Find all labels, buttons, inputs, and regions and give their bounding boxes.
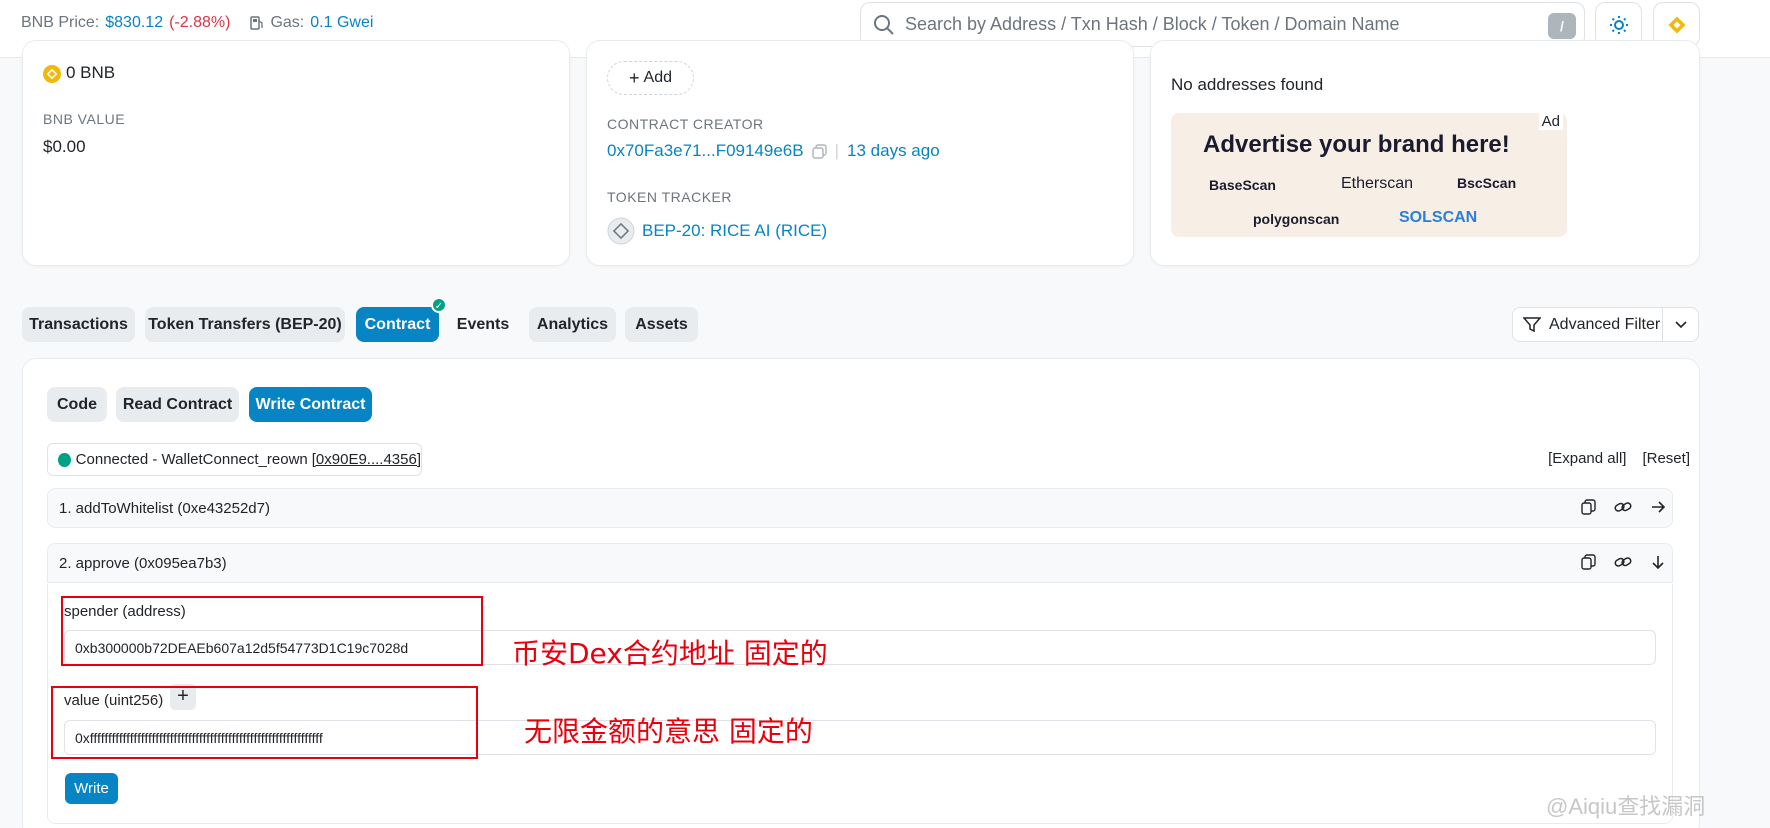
ad-brand-basescan: BaseScan	[1209, 177, 1276, 193]
more-info-card: + Add CONTRACT CREATOR 0x70Fa3e71...F091…	[586, 40, 1134, 266]
bnb-price-value[interactable]: $830.12	[105, 14, 163, 32]
token-tracker-link[interactable]: BEP-20: RICE AI (RICE)	[642, 221, 827, 241]
expand-reset-links: [Expand all] [Reset]	[1548, 450, 1690, 467]
gas-pump-icon	[250, 16, 264, 30]
function-row-add-to-whitelist[interactable]: 1. addToWhitelist (0xe43252d7)	[47, 488, 1673, 528]
bnb-logo-icon	[1668, 16, 1685, 33]
price-ticker: BNB Price: $830.12 (-2.88%) Gas: 0.1 Gwe…	[21, 14, 373, 32]
subtab-write-contract[interactable]: Write Contract	[249, 387, 372, 422]
tab-analytics[interactable]: Analytics	[529, 307, 616, 342]
token-logo-icon	[607, 217, 635, 245]
contract-creator-label: CONTRACT CREATOR	[607, 116, 764, 132]
ad-headline: Advertise your brand here!	[1203, 131, 1510, 158]
advanced-filter-label: Advanced Filter	[1549, 315, 1661, 333]
bnb-value: $0.00	[43, 137, 86, 156]
tab-transactions[interactable]: Transactions	[22, 307, 135, 342]
function-row-approve[interactable]: 2. approve (0x095ea7b3)	[47, 543, 1673, 583]
multichain-card: No addresses found Ad Advertise your bra…	[1150, 40, 1700, 266]
bnb-coin-icon	[43, 65, 61, 83]
creator-address-link[interactable]: 0x70Fa3e71...F09149e6B	[607, 141, 804, 161]
link-icon[interactable]	[1614, 554, 1632, 570]
no-addresses-text: No addresses found	[1171, 75, 1324, 94]
subtab-read-contract[interactable]: Read Contract	[116, 387, 239, 422]
subtab-code[interactable]: Code	[47, 387, 107, 422]
tab-contract[interactable]: Contract	[356, 307, 439, 342]
function-actions	[1580, 554, 1666, 570]
token-tracker-label: TOKEN TRACKER	[607, 189, 733, 205]
separator: |	[834, 141, 840, 160]
search-icon	[874, 14, 894, 35]
expand-all-link[interactable]: [Expand all]	[1548, 450, 1626, 467]
tab-assets[interactable]: Assets	[625, 307, 698, 342]
write-button[interactable]: Write	[65, 773, 118, 804]
ad-brand-bscscan: BscScan	[1457, 175, 1517, 191]
ad-brand-polygonscan: polygonscan	[1253, 211, 1340, 227]
search-shortcut-key: /	[1548, 13, 1576, 39]
arrow-right-icon[interactable]	[1650, 499, 1666, 515]
advanced-filter-dropdown[interactable]	[1663, 320, 1698, 329]
tab-token-transfers[interactable]: Token Transfers (BEP-20)	[145, 307, 345, 342]
function-actions	[1580, 499, 1666, 515]
copy-icon[interactable]	[811, 143, 827, 159]
plus-icon: +	[629, 67, 640, 88]
advanced-filter-main[interactable]: Advanced Filter	[1513, 308, 1664, 341]
bnb-value-label: BNB VALUE	[43, 111, 126, 127]
watermark: @Aiqiu查找漏洞	[1546, 794, 1706, 819]
add-name-tag-button[interactable]: + Add	[607, 61, 694, 95]
connected-status-icon	[58, 452, 71, 467]
bnb-price-label: BNB Price:	[21, 14, 100, 31]
reset-link[interactable]: [Reset]	[1642, 450, 1690, 467]
bnb-balance: 0 BNB	[66, 63, 116, 82]
search-placeholder: Search by Address / Txn Hash / Block / T…	[905, 14, 1400, 34]
chevron-down-icon	[1675, 320, 1687, 328]
spender-annotation: 币安Dex合约地址 固定的	[512, 637, 828, 670]
value-highlight-box	[51, 686, 478, 759]
filter-icon	[1523, 316, 1541, 332]
connected-address[interactable]: [0x90E9....4356]	[312, 451, 421, 468]
arrow-down-icon[interactable]	[1650, 554, 1666, 570]
ad-brand-etherscan: Etherscan	[1341, 175, 1414, 192]
ad-banner[interactable]: Ad Advertise your brand here! BaseScan E…	[1171, 113, 1567, 237]
ad-tag: Ad	[1538, 113, 1563, 130]
creator-age-link[interactable]: 13 days ago	[847, 141, 940, 161]
copy-icon[interactable]	[1580, 499, 1596, 515]
function-title: 2. approve (0x095ea7b3)	[59, 554, 227, 572]
sun-icon	[1609, 15, 1628, 34]
gas-value[interactable]: 0.1 Gwei	[310, 14, 373, 32]
advanced-filter-button[interactable]: Advanced Filter	[1512, 307, 1699, 342]
bnb-price-change: (-2.88%)	[169, 14, 231, 31]
function-title: 1. addToWhitelist (0xe43252d7)	[59, 499, 270, 517]
contract-creator-row: 0x70Fa3e71...F09149e6B | 13 days ago	[607, 141, 940, 161]
link-icon[interactable]	[1614, 499, 1632, 515]
gas-label: Gas:	[270, 14, 305, 31]
spender-highlight-box	[61, 596, 483, 666]
add-button-label: Add	[643, 69, 672, 86]
copy-icon[interactable]	[1580, 554, 1596, 570]
wallet-connection-status[interactable]: Connected - WalletConnect_reown [0x90E9.…	[47, 443, 422, 476]
verified-check-icon: ✓	[431, 297, 447, 313]
ad-brand-solscan: SOLSCAN	[1399, 209, 1478, 226]
tab-events[interactable]: Events	[447, 307, 519, 342]
overview-card: 0 BNB BNB VALUE $0.00	[22, 40, 570, 266]
connection-text: Connected - WalletConnect_reown	[75, 451, 308, 468]
value-annotation: 无限金额的意思 固定的	[524, 715, 813, 748]
